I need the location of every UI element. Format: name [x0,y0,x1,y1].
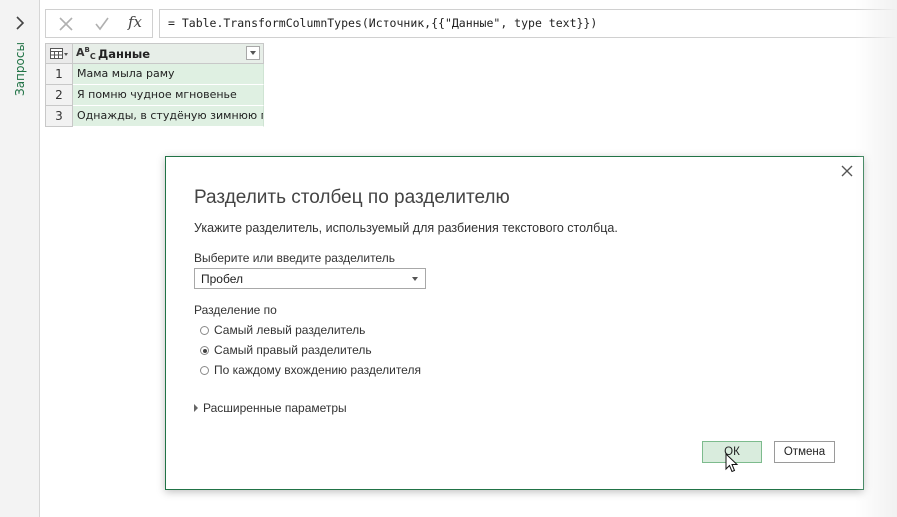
close-icon[interactable] [57,15,75,33]
radio-button-checked[interactable] [200,346,209,355]
fx-icon[interactable]: fx [128,13,146,31]
mouse-cursor-icon [725,453,739,473]
row-number[interactable]: 2 [45,85,73,106]
text-type-icon[interactable]: ABC [76,46,96,61]
formula-bar-buttons: fx [45,9,153,38]
column-filter-button[interactable] [246,46,260,60]
formula-input[interactable]: = Table.TransformColumnTypes(Источник,{{… [159,9,897,38]
row-number[interactable]: 1 [45,64,73,85]
delimiter-select[interactable]: Пробел [194,268,426,289]
table-cell[interactable]: Я помню чудное мгновенье [73,85,264,106]
option-label: По каждому вхождению разделителя [214,363,421,377]
queries-pane-label[interactable]: Запросы [13,36,27,96]
cancel-button[interactable]: Отмена [774,441,835,463]
table-menu-button[interactable] [45,43,73,64]
radio-button[interactable] [200,366,209,375]
option-label: Самый правый разделитель [214,343,372,357]
column-name: Данные [98,47,151,61]
dialog-title: Разделить столбец по разделителю [194,187,510,208]
table-cell[interactable]: Однажды, в студёную зимнюю по... [73,106,264,127]
column-header-data[interactable]: ABC Данные [73,43,264,64]
delimiter-label: Выберите или введите разделитель [194,251,395,265]
chevron-down-icon [412,277,418,281]
split-column-dialog: Разделить столбец по разделителю Укажите… [165,156,864,490]
delimiter-value: Пробел [201,272,243,286]
radio-button[interactable] [200,326,209,335]
advanced-options-label: Расширенные параметры [203,401,347,415]
split-label: Разделение по [194,303,277,317]
triangle-right-icon [194,404,198,412]
dialog-description: Укажите разделитель, используемый для ра… [194,221,618,235]
row-number[interactable]: 3 [45,106,73,127]
table-cell[interactable]: Мама мыла раму [73,64,264,85]
table-icon [50,48,68,59]
option-label: Самый левый разделитель [214,323,366,337]
chevron-right-icon[interactable] [13,15,27,31]
close-icon[interactable] [840,164,854,178]
chevron-down-icon [250,51,256,55]
queries-pane: Запросы [0,0,40,517]
window-edge-shadow [855,0,897,517]
check-icon[interactable] [93,15,111,33]
